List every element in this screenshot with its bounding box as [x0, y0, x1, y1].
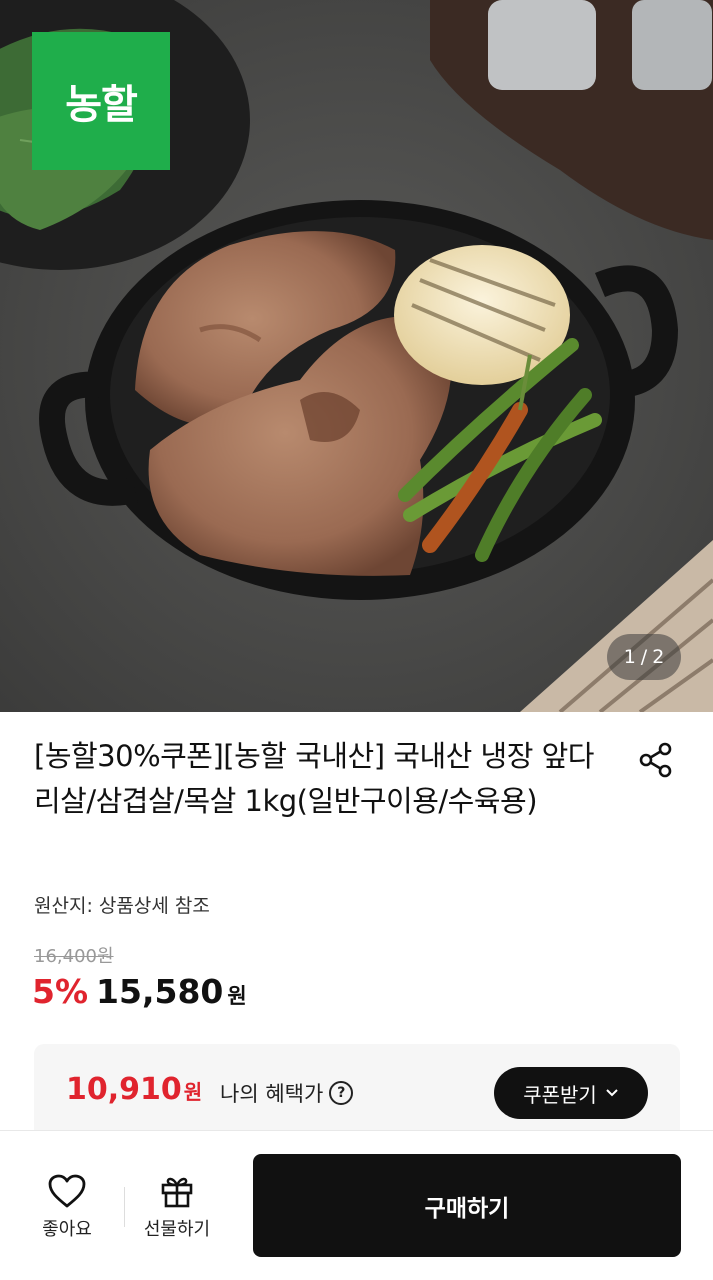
product-image[interactable]: 농할 1 / 2 — [0, 0, 713, 712]
benefit-label-text: 나의 혜택가 — [220, 1082, 324, 1106]
coupon-button-label: 쿠폰받기 — [523, 1082, 597, 1107]
brand-logo: 농할 — [32, 32, 170, 170]
image-separator: / — [640, 646, 648, 668]
image-total: 2 — [652, 646, 665, 668]
share-icon — [639, 742, 672, 778]
original-price: 16,400원 — [34, 946, 114, 967]
sale-price: 15,580 — [96, 972, 224, 1011]
image-counter: 1 / 2 — [607, 634, 681, 680]
image-index: 1 — [623, 646, 636, 668]
divider — [124, 1187, 125, 1227]
origin-info: 원산지: 상품상세 참조 — [34, 895, 210, 917]
benefit-price-unit: 원 — [183, 1080, 203, 1104]
product-title: [농할30%쿠폰][농할 국내산] 국내산 냉장 앞다리살/삼겹살/목살 1kg… — [34, 739, 594, 818]
buy-button[interactable]: 구매하기 — [253, 1154, 681, 1257]
price-unit: 원 — [227, 984, 247, 1008]
like-label: 좋아요 — [42, 1219, 92, 1240]
benefit-box: 10,910 원 나의 혜택가 ? 쿠폰받기 — [34, 1044, 680, 1134]
bottom-action-bar: 좋아요 선물하기 구매하기 — [0, 1130, 713, 1280]
price-row: 5% 15,580 원 — [32, 972, 247, 1011]
heart-icon — [48, 1174, 86, 1208]
benefit-price-value: 10,910 — [66, 1072, 182, 1107]
benefit-price: 10,910 원 — [66, 1072, 202, 1107]
chevron-down-icon — [606, 1089, 618, 1097]
discount-rate: 5% — [32, 972, 89, 1011]
gift-icon — [161, 1177, 193, 1208]
like-button[interactable]: 좋아요 — [24, 1173, 110, 1241]
gift-label: 선물하기 — [143, 1219, 211, 1240]
benefit-label: 나의 혜택가 ? — [220, 1078, 354, 1108]
share-button[interactable] — [636, 740, 676, 780]
coupon-button[interactable]: 쿠폰받기 — [494, 1067, 648, 1119]
help-icon[interactable]: ? — [329, 1081, 354, 1105]
gift-button[interactable]: 선물하기 — [134, 1173, 220, 1241]
